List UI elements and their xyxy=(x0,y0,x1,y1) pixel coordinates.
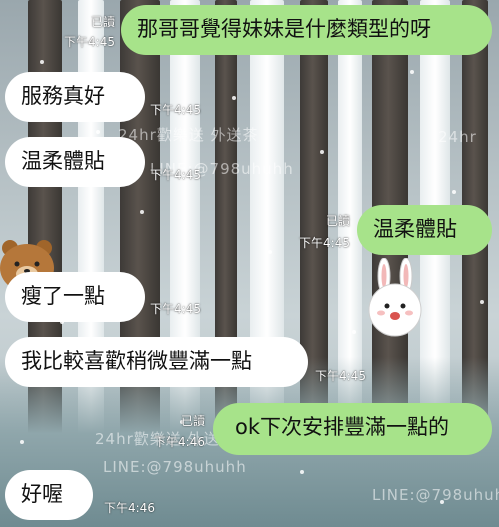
message-timestamp: 下午4:45 xyxy=(150,103,201,117)
message-timestamp: 下午4:46 xyxy=(154,435,205,449)
outgoing-message-bubble[interactable]: 那哥哥覺得妹妹是什麼類型的呀 xyxy=(121,5,492,55)
incoming-message-bubble[interactable]: 温柔體貼 xyxy=(5,137,145,187)
outgoing-message-bubble[interactable]: ok下次安排豐滿一點的 xyxy=(213,403,492,455)
read-receipt: 已讀 xyxy=(325,214,350,228)
message-timestamp: 下午4:46 xyxy=(104,501,155,515)
message-timestamp: 下午4:45 xyxy=(64,35,115,49)
incoming-message-bubble[interactable]: 好喔 xyxy=(5,470,93,520)
message-timestamp: 下午4:45 xyxy=(299,236,350,250)
incoming-message-bubble[interactable]: 服務真好 xyxy=(5,72,145,122)
message-timestamp: 下午4:45 xyxy=(150,302,201,316)
incoming-message-bubble[interactable]: 瘦了一點 xyxy=(5,272,145,322)
read-receipt: 已讀 xyxy=(90,15,115,29)
outgoing-message-bubble[interactable]: 温柔體貼 xyxy=(357,205,492,255)
read-receipt: 已讀 xyxy=(180,414,205,428)
incoming-message-bubble[interactable]: 我比較喜歡稍微豐滿一點 xyxy=(5,337,308,387)
chat-message-list: 已讀 下午4:45 那哥哥覺得妹妹是什麼類型的呀 服務真好 下午4:45 温柔體… xyxy=(0,0,499,527)
message-timestamp: 下午4:45 xyxy=(315,369,366,383)
message-timestamp: 下午4:45 xyxy=(150,168,201,182)
